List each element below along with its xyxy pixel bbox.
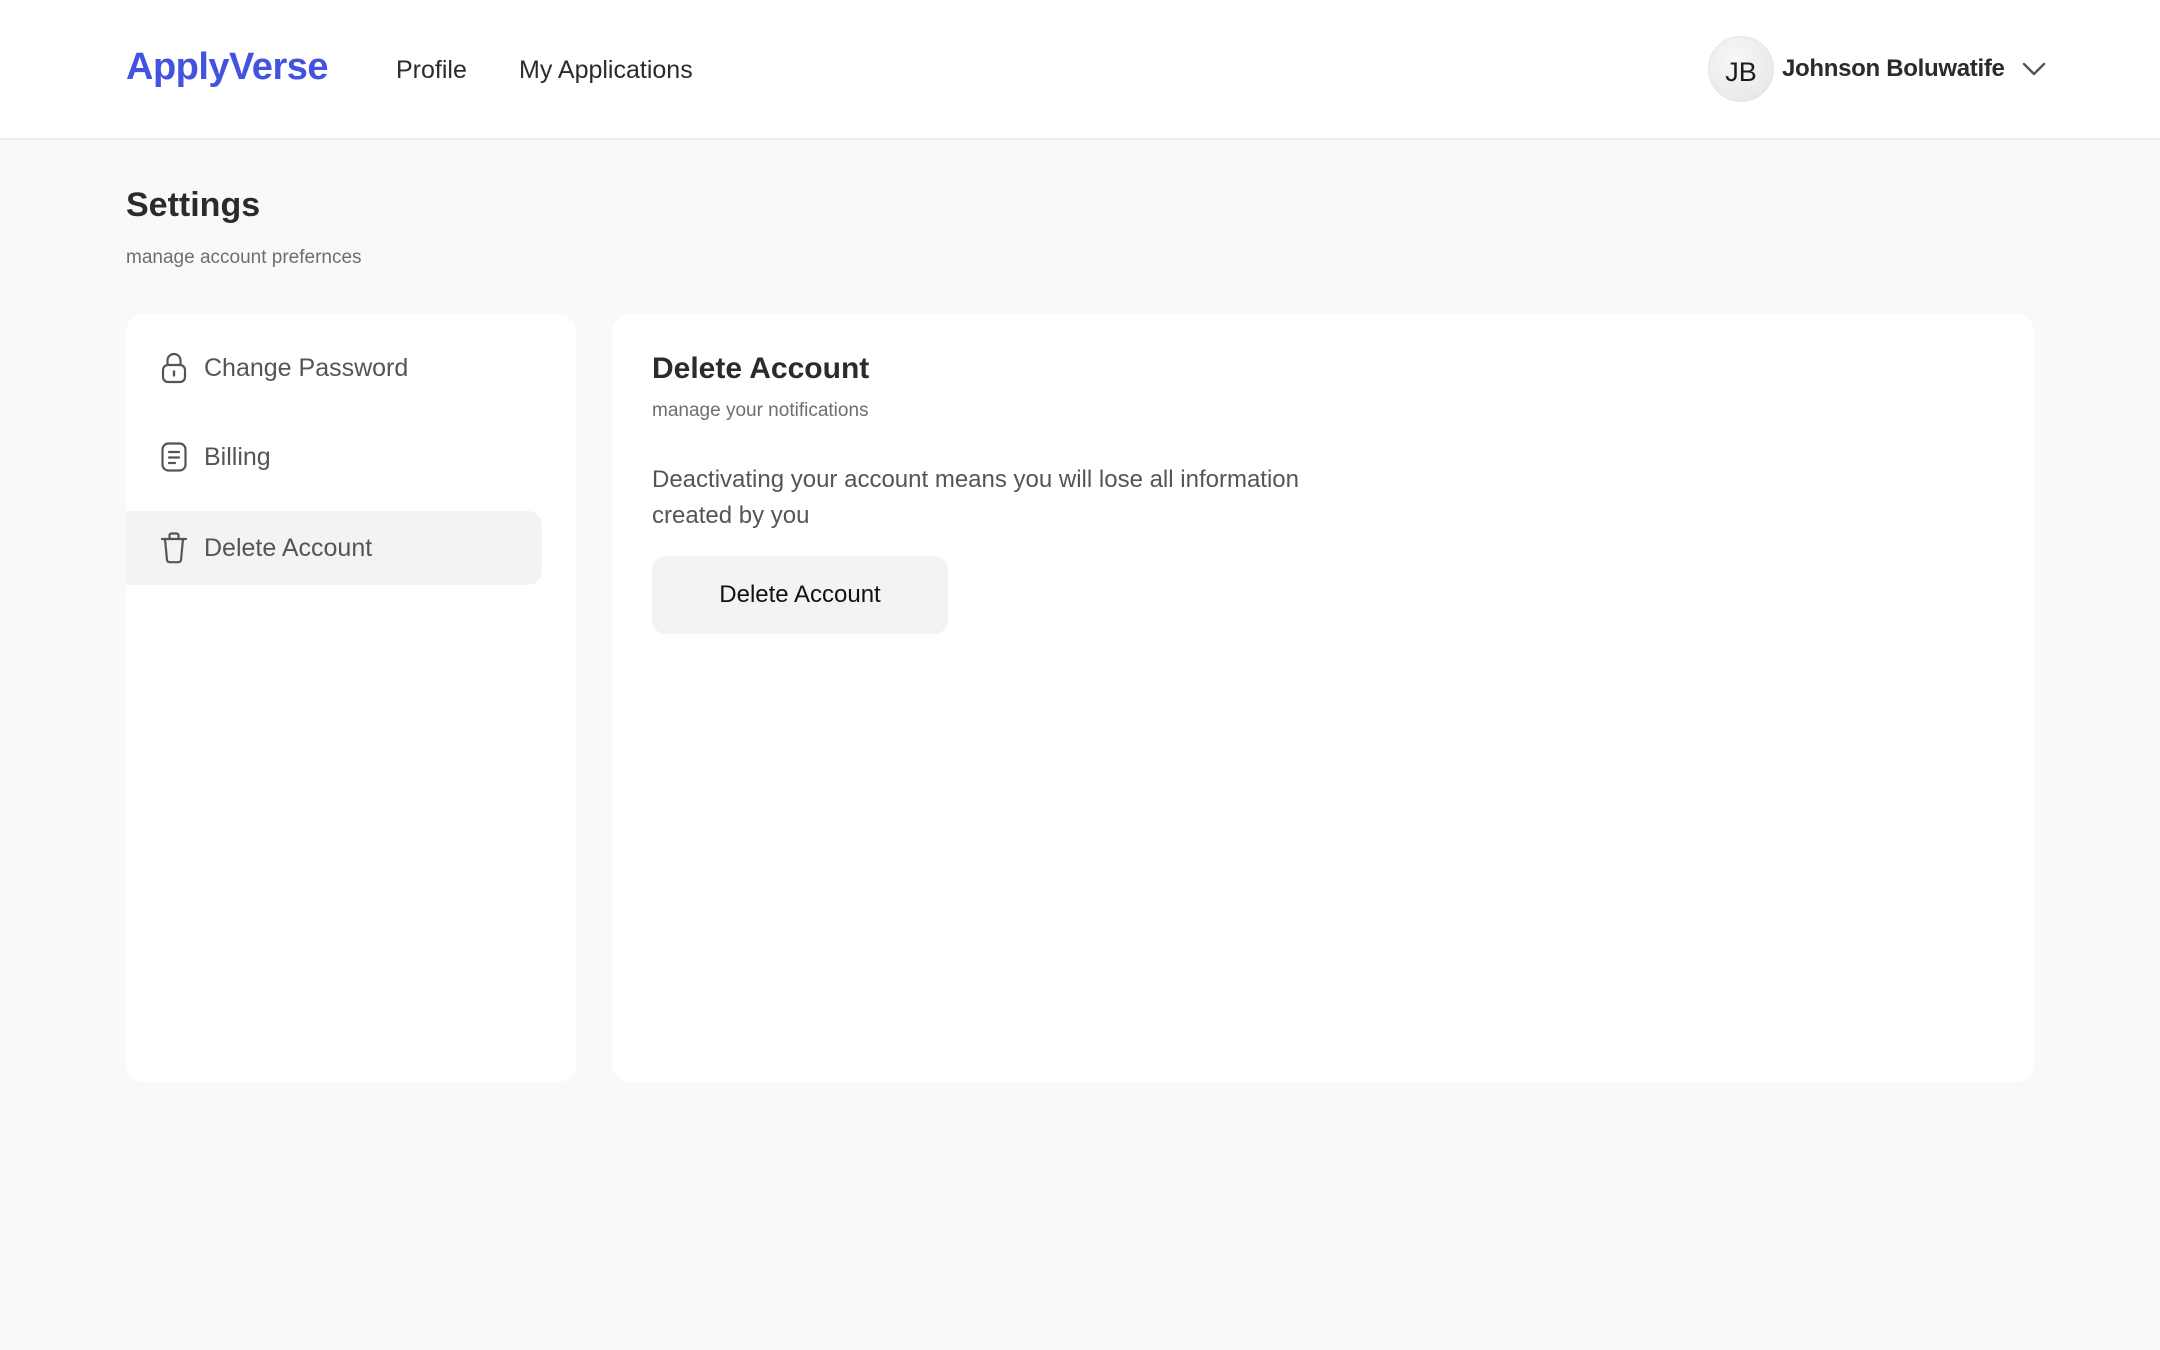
page-subtitle: manage account prefernces	[126, 247, 362, 268]
avatar[interactable]: JB	[1708, 36, 1774, 102]
user-name: Johnson Boluwatife	[1782, 55, 2005, 82]
page-title: Settings	[126, 186, 261, 224]
sidebar-item-label: Billing	[204, 442, 271, 471]
section-subtitle: manage your notifications	[652, 400, 869, 421]
sidebar-item-label: Change Password	[204, 353, 409, 382]
delete-account-panel: Delete Account manage your notifications…	[612, 314, 2034, 1082]
lock-icon	[158, 350, 190, 386]
trash-icon	[158, 530, 190, 566]
document-icon	[158, 439, 190, 475]
top-navbar: ApplyVerse Profile My Applications JB Jo…	[0, 0, 2160, 140]
settings-sidebar: Change Password Billing Delete Account	[126, 314, 576, 1082]
brand-logo[interactable]: ApplyVerse	[126, 46, 329, 89]
nav-link-profile[interactable]: Profile	[396, 56, 467, 85]
delete-account-description: Deactivating your account means you will…	[652, 466, 1299, 529]
sidebar-item-delete-account[interactable]: Delete Account	[126, 511, 542, 585]
sidebar-item-billing[interactable]: Billing	[126, 420, 542, 494]
chevron-down-icon[interactable]	[2021, 56, 2047, 82]
delete-account-button[interactable]: Delete Account	[652, 556, 948, 634]
sidebar-item-label: Delete Account	[204, 533, 373, 562]
section-title: Delete Account	[652, 352, 870, 385]
user-menu[interactable]: JB Johnson Boluwatife	[1708, 36, 2047, 102]
nav-link-my-applications[interactable]: My Applications	[519, 56, 693, 85]
avatar-initials: JB	[1725, 56, 1757, 87]
sidebar-item-change-password[interactable]: Change Password	[126, 331, 542, 405]
